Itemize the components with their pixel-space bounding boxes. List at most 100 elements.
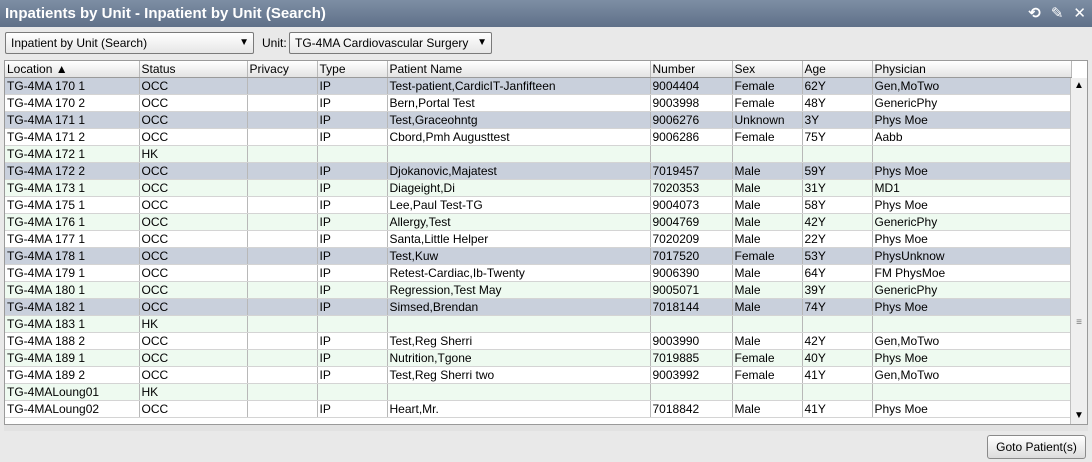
cell-name: Test,Graceohntg xyxy=(387,111,651,129)
table-row[interactable]: TG-4MA 189 1 OCC IP Nutrition,Tgone 7019885 F… xyxy=(5,349,1072,367)
cell-sex xyxy=(732,383,803,401)
cell-age: 31Y xyxy=(802,179,873,197)
cell-type: IP xyxy=(317,349,388,367)
cell-physician: GenericPhy xyxy=(872,94,1072,112)
cell-privacy xyxy=(247,298,318,316)
table-row[interactable]: TG-4MA 188 2 OCC IP Test,Reg Sherri 9003990 M… xyxy=(5,332,1072,350)
table-row[interactable]: TG-4MA 173 1 OCC IP Diageight,Di 7020353 Male… xyxy=(5,179,1072,197)
column-header-privacy[interactable]: Privacy xyxy=(247,61,318,78)
cell-type: IP xyxy=(317,366,388,384)
cell-type: IP xyxy=(317,281,388,299)
cell-location: TG-4MA 175 1 xyxy=(5,196,140,214)
table-row[interactable]: TG-4MA 189 2 OCC IP Test,Reg Sherri two 9003… xyxy=(5,366,1072,384)
table-row[interactable]: TG-4MA 175 1 OCC IP Lee,Paul Test-TG 9004073… xyxy=(5,196,1072,214)
cell-age: 39Y xyxy=(802,281,873,299)
cell-location: TG-4MA 183 1 xyxy=(5,315,140,333)
cell-name xyxy=(387,315,651,333)
table-row[interactable]: TG-4MALoung01 HK xyxy=(5,383,1072,401)
view-select-value: Inpatient by Unit (Search) xyxy=(11,36,148,50)
cell-privacy xyxy=(247,94,318,112)
cell-age: 75Y xyxy=(802,128,873,146)
cell-number: 7020209 xyxy=(650,230,733,248)
cell-location: TG-4MALoung02 xyxy=(5,400,140,418)
column-header-type[interactable]: Type xyxy=(317,61,388,78)
table-row[interactable]: TG-4MA 182 1 OCC IP Simsed,Brendan 7018144 Ma… xyxy=(5,298,1072,316)
horizontal-scrollbar[interactable] xyxy=(4,425,1088,431)
cell-location: TG-4MA 180 1 xyxy=(5,281,140,299)
table-row[interactable]: TG-4MA 183 1 HK xyxy=(5,315,1072,333)
table-row[interactable]: TG-4MA 171 1 OCC IP Test,Graceohntg 9006276 U… xyxy=(5,111,1072,129)
table-row[interactable]: TG-4MA 176 1 OCC IP Allergy,Test 9004769 Male… xyxy=(5,213,1072,231)
cell-number: 9003990 xyxy=(650,332,733,350)
scroll-down-icon[interactable]: ▼ xyxy=(1071,408,1087,424)
cell-privacy xyxy=(247,77,318,95)
close-icon[interactable]: ✕ xyxy=(1073,0,1086,27)
table-row[interactable]: TG-4MA 172 1 HK xyxy=(5,145,1072,163)
chevron-down-icon: ▼ xyxy=(239,37,249,48)
cell-status: OCC xyxy=(139,366,248,384)
table-row[interactable]: TG-4MALoung02 OCC IP Heart,Mr. 7018842 Male 41… xyxy=(5,400,1072,418)
cell-location: TG-4MA 172 2 xyxy=(5,162,140,180)
cell-age: 64Y xyxy=(802,264,873,282)
unit-select[interactable]: TG-4MA Cardiovascular Surgery ▼ xyxy=(289,32,492,54)
cell-number: 7019457 xyxy=(650,162,733,180)
cell-type: IP xyxy=(317,332,388,350)
cell-name xyxy=(387,383,651,401)
cell-location: TG-4MA 171 1 xyxy=(5,111,140,129)
column-header-sex[interactable]: Sex xyxy=(732,61,803,78)
patient-table: Location ▲ Status Privacy Type Patient N… xyxy=(5,61,1072,418)
column-header-age[interactable]: Age xyxy=(802,61,873,78)
cell-privacy xyxy=(247,332,318,350)
cell-number xyxy=(650,145,733,163)
vertical-scrollbar[interactable]: ▲ ≡ ▼ xyxy=(1070,78,1087,424)
scroll-up-icon[interactable]: ▲ xyxy=(1071,78,1087,94)
column-header-patient-name[interactable]: Patient Name xyxy=(387,61,651,78)
column-header-number[interactable]: Number xyxy=(650,61,733,78)
scroll-thumb[interactable]: ≡ xyxy=(1074,318,1084,328)
table-row[interactable]: TG-4MA 177 1 OCC IP Santa,Little Helper 7020… xyxy=(5,230,1072,248)
cell-age: 74Y xyxy=(802,298,873,316)
refresh-icon[interactable]: ⟲ xyxy=(1028,0,1041,27)
table-row[interactable]: TG-4MA 179 1 OCC IP Retest-Cardiac,Ib-Twent… xyxy=(5,264,1072,282)
cell-sex: Unknown xyxy=(732,111,803,129)
cell-number: 9006390 xyxy=(650,264,733,282)
window-title: Inpatients by Unit - Inpatient by Unit (… xyxy=(5,5,326,22)
table-row[interactable]: TG-4MA 180 1 OCC IP Regression,Test May 9005… xyxy=(5,281,1072,299)
cell-sex: Male xyxy=(732,298,803,316)
cell-sex: Female xyxy=(732,349,803,367)
table-row[interactable]: TG-4MA 170 2 OCC IP Bern,Portal Test 9003998… xyxy=(5,94,1072,112)
table-row[interactable]: TG-4MA 172 2 OCC IP Djokanovic,Majatest 7019… xyxy=(5,162,1072,180)
patient-grid: Location ▲ Status Privacy Type Patient N… xyxy=(4,60,1088,425)
column-header-status[interactable]: Status xyxy=(139,61,248,78)
table-row[interactable]: TG-4MA 171 2 OCC IP Cbord,Pmh Augusttest 900… xyxy=(5,128,1072,146)
cell-physician: FM PhysMoe xyxy=(872,264,1072,282)
cell-sex: Female xyxy=(732,94,803,112)
cell-name: Regression,Test May xyxy=(387,281,651,299)
cell-name: Test,Reg Sherri xyxy=(387,332,651,350)
cell-number: 7018144 xyxy=(650,298,733,316)
cell-status: OCC xyxy=(139,128,248,146)
cell-physician: Phys Moe xyxy=(872,400,1072,418)
cell-type: IP xyxy=(317,77,388,95)
cell-status: OCC xyxy=(139,179,248,197)
cell-physician xyxy=(872,145,1072,163)
cell-physician: Phys Moe xyxy=(872,349,1072,367)
cell-physician: GenericPhy xyxy=(872,213,1072,231)
column-header-location[interactable]: Location ▲ xyxy=(5,61,140,78)
cell-sex: Female xyxy=(732,366,803,384)
cell-age: 41Y xyxy=(802,366,873,384)
cell-age xyxy=(802,383,873,401)
table-row[interactable]: TG-4MA 170 1 OCC IP Test-patient,CardicIT-J… xyxy=(5,77,1072,95)
table-row[interactable]: TG-4MA 178 1 OCC IP Test,Kuw 7017520 Female 53… xyxy=(5,247,1072,265)
wrench-icon[interactable]: ✎ xyxy=(1051,0,1064,27)
cell-location: TG-4MA 189 2 xyxy=(5,366,140,384)
cell-physician xyxy=(872,315,1072,333)
cell-age xyxy=(802,315,873,333)
cell-age: 48Y xyxy=(802,94,873,112)
cell-privacy xyxy=(247,366,318,384)
column-header-physician[interactable]: Physician xyxy=(872,61,1072,78)
goto-patients-button[interactable]: Goto Patient(s) xyxy=(987,435,1086,459)
view-select[interactable]: Inpatient by Unit (Search) ▼ xyxy=(5,32,254,54)
cell-number: 7019885 xyxy=(650,349,733,367)
cell-type: IP xyxy=(317,264,388,282)
